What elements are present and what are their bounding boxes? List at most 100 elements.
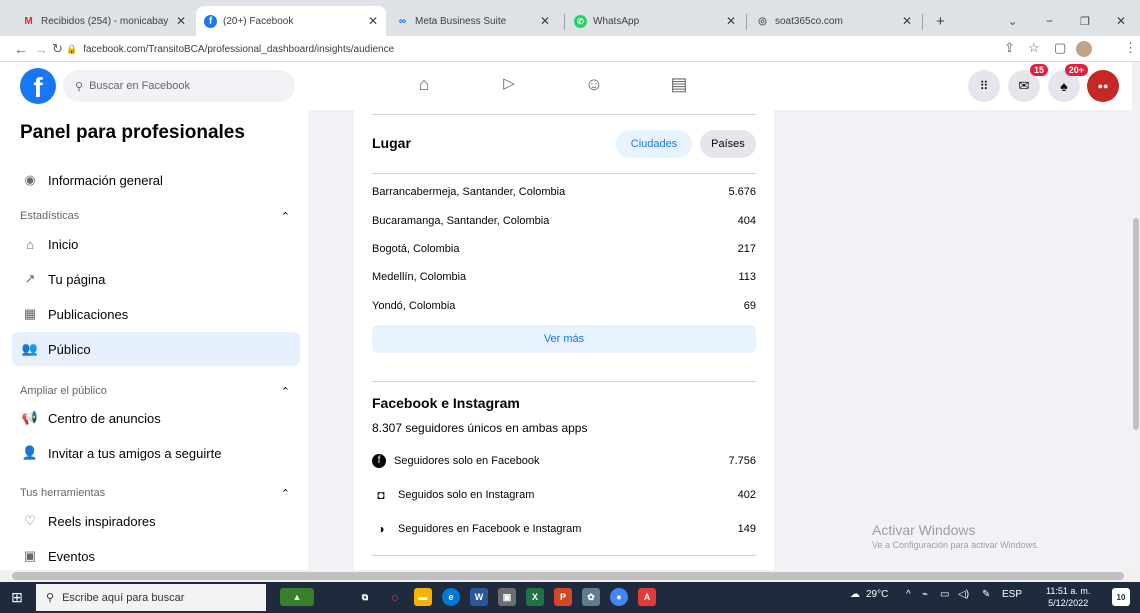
gaming-icon[interactable]: ▤ [665, 74, 693, 95]
sidebar-item-invitar[interactable]: 👤 Invitar a tus amigos a seguirte [12, 436, 300, 470]
sidebar-item-overview[interactable]: ◉ Información general [12, 163, 300, 197]
close-icon[interactable]: ✕ [726, 14, 736, 28]
groups-icon[interactable]: ☺ [580, 74, 608, 95]
divider [372, 381, 756, 382]
tab-facebook[interactable]: f (20+) Facebook ✕ [196, 6, 386, 36]
close-icon[interactable]: ✕ [176, 14, 186, 28]
tab-paises[interactable]: Países [700, 130, 756, 158]
share-icon[interactable]: ⇪ [1004, 40, 1015, 56]
menu-grid-icon[interactable]: ⠿ [968, 70, 1000, 102]
opera-icon[interactable]: ○ [386, 588, 404, 606]
edge-icon[interactable]: e [442, 588, 460, 606]
follower-row: f Seguidores solo en Facebook 7.756 [372, 446, 756, 476]
invite-friends-icon: 👤 [21, 445, 39, 460]
word-icon[interactable]: W [470, 588, 488, 606]
account-avatar[interactable]: ●● [1087, 70, 1119, 102]
tab-separator [564, 14, 565, 30]
notifications-icon[interactable]: ♠ 20+ [1048, 64, 1088, 102]
clock[interactable]: 11:51 a. m. 5/12/2022 [1046, 585, 1090, 609]
tab-meta-business[interactable]: ∞ Meta Business Suite ✕ [388, 6, 558, 36]
tab-ciudades[interactable]: Ciudades [616, 130, 692, 158]
weather-icon[interactable]: ☁ [850, 589, 860, 600]
side-panel-icon[interactable]: ▢ [1054, 40, 1066, 56]
maximize-button[interactable]: ❐ [1072, 6, 1098, 36]
instagram-icon: ◘ [377, 488, 385, 502]
professional-dashboard-sidebar: Panel para profesionales ◉ Información g… [0, 110, 308, 570]
tray-chevron-icon[interactable]: ^ [906, 589, 911, 600]
new-tab-button[interactable]: + [928, 6, 952, 36]
facebook-instagram-icon: ◑ [377, 522, 385, 536]
sidebar-item-eventos[interactable]: ▣ Eventos [12, 539, 300, 573]
minimize-button[interactable]: − [1038, 6, 1061, 36]
whatsapp-icon: ✆ [574, 14, 587, 28]
sidebar-item-inicio[interactable]: ⌂ Inicio [12, 227, 300, 261]
profile-avatar-icon[interactable] [1076, 41, 1092, 57]
volume-icon[interactable]: ◁) [958, 589, 969, 600]
windows-start-icon[interactable]: ⊞ [0, 582, 34, 613]
lock-icon: 🔒 [66, 43, 78, 54]
window-close-button[interactable]: ✕ [1108, 6, 1134, 36]
facebook-header: f ⚲ Buscar en Facebook ⌂ ▷ ☺ ▤ ⠿ ✉ 15 ♠ 20… [0, 62, 1140, 110]
fb-ig-title: Facebook e Instagram [372, 395, 520, 411]
forward-button[interactable]: → [34, 40, 48, 58]
tab-whatsapp[interactable]: ✆ WhatsApp ✕ [566, 6, 744, 36]
app-icon[interactable]: ✿ [582, 588, 600, 606]
sidebar-item-reels[interactable]: ♡ Reels inspiradores [12, 504, 300, 538]
location-row: Bogotá, Colombia 217 [372, 235, 756, 263]
location-name: Bucaramanga, Santander, Colombia [372, 215, 550, 227]
browser-menu-icon[interactable]: ⋮ [1124, 40, 1137, 56]
close-icon[interactable]: ✕ [902, 14, 912, 28]
location-value: 404 [737, 215, 756, 227]
tab-soat[interactable]: ◎ soat365co.com ✕ [748, 6, 920, 36]
main-content: Lugar Ciudades Países Barrancabermeja, S… [308, 110, 1140, 570]
language-indicator[interactable]: ESP [1002, 589, 1022, 600]
messenger-icon[interactable]: ✉ 15 [1008, 64, 1048, 102]
windows-taskbar: ⊞ ⚲ Escribe aquí para buscar ▲ ⧉ ○ ▬ e W… [0, 582, 1140, 613]
notification-center-icon[interactable]: 10 [1112, 588, 1130, 606]
location-value: 113 [738, 271, 756, 283]
facebook-logo-icon[interactable]: f [20, 68, 56, 104]
search-icon: ⚲ [75, 80, 84, 93]
location-row: Medellín, Colombia 113 [372, 263, 756, 291]
tab-gmail[interactable]: M Recibidos (254) - monicabay ✕ [14, 6, 194, 36]
close-icon[interactable]: ✕ [368, 14, 378, 28]
section-heading-ampliar[interactable]: Ampliar el público ⌃ [20, 385, 290, 398]
facebook-icon: f [372, 454, 386, 468]
file-explorer-icon[interactable]: ▬ [414, 588, 432, 606]
sidebar-item-publico[interactable]: 👥 Público [12, 332, 300, 366]
section-heading-estadisticas[interactable]: Estadísticas ⌃ [20, 210, 290, 223]
search-input[interactable]: ⚲ Buscar en Facebook [63, 70, 295, 102]
bookmark-star-icon[interactable]: ☆ [1028, 40, 1040, 56]
back-button[interactable]: ← [14, 40, 28, 58]
battery-icon[interactable]: ▭ [940, 589, 949, 600]
activate-windows-watermark: Activar Windows Ve a Configuración para … [872, 522, 1040, 550]
chevron-up-icon: ⌃ [280, 386, 290, 398]
url-field[interactable]: 🔒 facebook.com/TransitoBCA/professional_… [66, 39, 394, 59]
sidebar-item-tu-pagina[interactable]: ↗ Tu página [12, 262, 300, 296]
sidebar-item-publicaciones[interactable]: ▦ Publicaciones [12, 297, 300, 331]
audience-card: Lugar Ciudades Países Barrancabermeja, S… [354, 110, 774, 570]
acrobat-icon[interactable]: A [638, 588, 656, 606]
powerpoint-icon[interactable]: P [554, 588, 572, 606]
home-icon[interactable]: ⌂ [410, 74, 438, 95]
taskbar-search-input[interactable]: ⚲ Escribe aquí para buscar [36, 584, 266, 611]
horizontal-scrollbar-thumb[interactable] [12, 572, 1124, 580]
excel-icon[interactable]: X [526, 588, 544, 606]
tab-search-icon[interactable]: ⌄ [1000, 6, 1025, 36]
location-value: 69 [743, 300, 756, 312]
watch-icon[interactable]: ▷ [495, 74, 523, 92]
reload-button[interactable]: ↻ [52, 40, 63, 58]
gmail-icon: M [24, 15, 33, 27]
trend-line-icon: ↗ [24, 271, 36, 286]
scrollbar-thumb[interactable] [1133, 218, 1139, 430]
chrome-icon[interactable]: ● [610, 588, 628, 606]
network-icon[interactable]: ⌁ [922, 589, 928, 600]
section-heading-herramientas[interactable]: Tus herramientas ⌃ [20, 487, 290, 500]
temperature-text[interactable]: 29°C [866, 589, 888, 600]
see-more-button[interactable]: Ver más [372, 325, 756, 353]
close-icon[interactable]: ✕ [540, 14, 550, 28]
pen-icon[interactable]: ✎ [982, 589, 990, 600]
sidebar-item-centro-anuncios[interactable]: 📢 Centro de anuncios [12, 401, 300, 435]
task-view-icon[interactable]: ⧉ [356, 588, 374, 606]
store-icon[interactable]: ▣ [498, 588, 516, 606]
